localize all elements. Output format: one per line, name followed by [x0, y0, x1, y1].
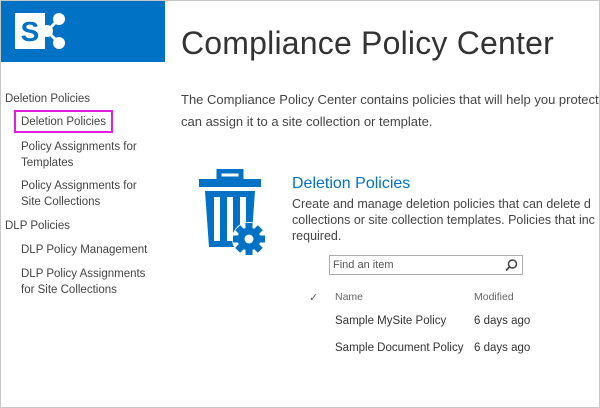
find-item-search-box [329, 255, 523, 275]
select-all-check-icon[interactable]: ✓ [309, 291, 318, 304]
nav-item-dlp-policy-management[interactable]: DLP Policy Management [21, 242, 147, 258]
row-modified: 6 days ago [474, 315, 531, 327]
page-title: Compliance Policy Center [181, 25, 554, 61]
nav-item-label-line: Templates [21, 157, 74, 169]
nav-heading-dlp-policies[interactable]: DLP Policies [5, 218, 70, 234]
column-header-name[interactable]: Name [335, 291, 363, 303]
nav-item-label-line: for Site Collections [21, 284, 117, 296]
section-description-line: required. [292, 229, 342, 243]
trash-gear-icon [199, 169, 266, 256]
nav-item-dlp-policy-assignments[interactable]: DLP Policy Assignments for Site Collecti… [21, 266, 145, 298]
intro-text: The Compliance Policy Center contains po… [181, 89, 600, 133]
search-icon[interactable] [504, 258, 519, 273]
nav-heading-deletion-policies[interactable]: Deletion Policies [5, 91, 90, 107]
row-modified: 6 days ago [474, 342, 531, 354]
svg-text:S: S [21, 16, 40, 47]
sharepoint-logo[interactable]: S [1, 1, 165, 62]
intro-line-1: The Compliance Policy Center contains po… [181, 92, 600, 107]
sharepoint-logo-icon: S [15, 13, 65, 49]
nav-item-policy-assignments-site-collections[interactable]: Policy Assignments for Site Collections [21, 178, 137, 210]
page-frame: S Compliance Policy Center The Complianc… [0, 0, 600, 408]
row-name[interactable]: Sample MySite Policy [335, 315, 446, 327]
section-description: Create and manage deletion policies that… [292, 196, 599, 244]
intro-line-2: can assign it to a site collection or te… [181, 114, 433, 129]
row-name[interactable]: Sample Document Policy [335, 342, 463, 354]
nav-item-label-line: Policy Assignments for [21, 141, 137, 153]
column-header-modified[interactable]: Modified [474, 291, 514, 303]
nav-item-label-line: Policy Assignments for [21, 180, 137, 192]
nav-item-deletion-policies[interactable]: Deletion Policies [21, 114, 106, 130]
nav-item-label-line: Site Collections [21, 196, 101, 208]
section-title-deletion-policies[interactable]: Deletion Policies [292, 175, 410, 193]
section-description-line: collections or site collection templates… [292, 213, 595, 227]
section-description-line: Create and manage deletion policies that… [292, 197, 591, 211]
nav-item-label-line: DLP Policy Assignments [21, 268, 146, 280]
search-input[interactable] [333, 257, 498, 273]
nav-item-policy-assignments-templates[interactable]: Policy Assignments for Templates [21, 139, 137, 171]
